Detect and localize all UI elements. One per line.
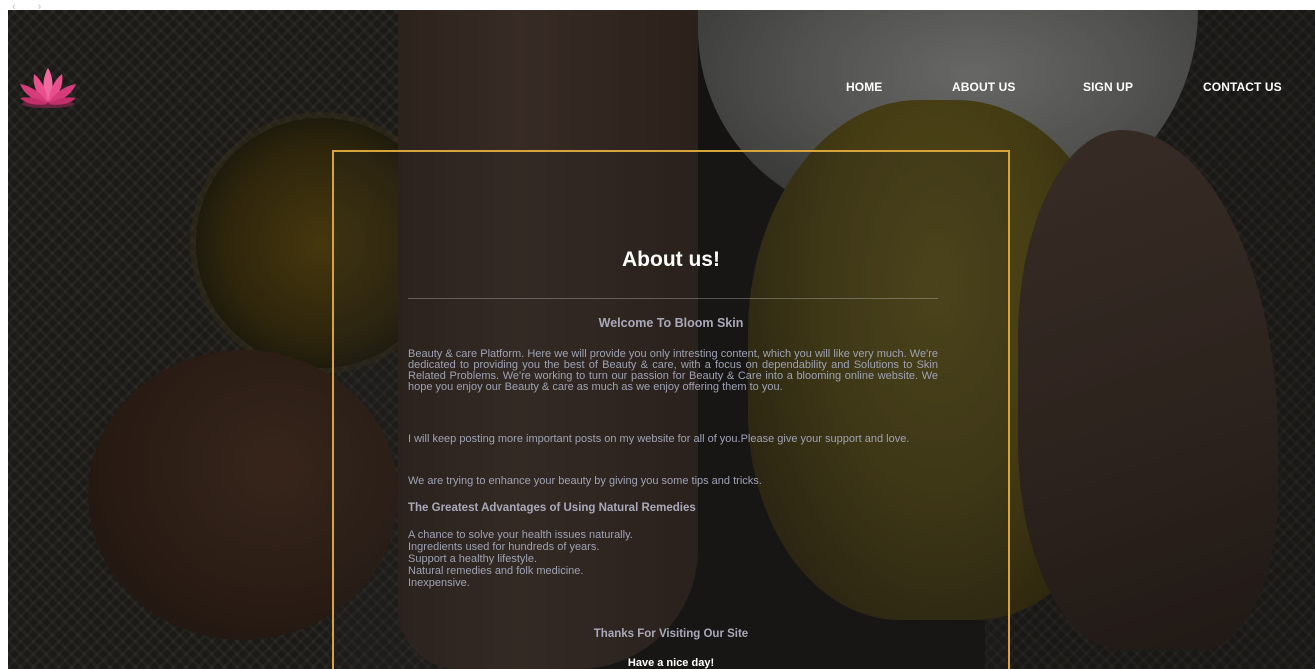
nav-about-us[interactable]: ABOUT US bbox=[952, 80, 1015, 94]
about-paragraph-1: Beauty & care Platform. Here we will pro… bbox=[408, 348, 938, 393]
thanks-text: Thanks For Visiting Our Site bbox=[593, 628, 749, 640]
about-card: About us! Welcome To Bloom Skin Beauty &… bbox=[332, 150, 1010, 669]
nav-home[interactable]: HOME bbox=[846, 80, 882, 94]
browser-nav-arrows: ‹ › bbox=[12, 1, 41, 13]
about-paragraph-2: I will keep posting more important posts… bbox=[408, 433, 910, 445]
closing-text: Have a nice day! bbox=[627, 657, 715, 669]
about-paragraph-3: We are trying to enhance your beauty by … bbox=[408, 475, 762, 487]
title-divider bbox=[408, 298, 938, 299]
nav-contact-us[interactable]: CONTACT US bbox=[1203, 80, 1282, 94]
page-viewport: HOME ABOUT US SIGN UP CONTACT US About u… bbox=[8, 10, 1315, 669]
advantages-heading: The Greatest Advantages of Using Natural… bbox=[408, 502, 696, 514]
list-item: Natural remedies and folk medicine. bbox=[408, 565, 584, 577]
chevron-left-icon[interactable]: ‹ bbox=[12, 1, 16, 13]
list-item: Ingredients used for hundreds of years. bbox=[408, 541, 600, 553]
welcome-heading: Welcome To Bloom Skin bbox=[598, 316, 744, 330]
list-item: Support a healthy lifestyle. bbox=[408, 553, 538, 565]
list-item: Inexpensive. bbox=[408, 577, 470, 589]
chevron-right-icon[interactable]: › bbox=[38, 1, 42, 13]
page-title: About us! bbox=[622, 248, 720, 271]
main-nav: HOME ABOUT US SIGN UP CONTACT US bbox=[8, 80, 1315, 100]
list-item: A chance to solve your health issues nat… bbox=[408, 529, 633, 541]
nav-sign-up[interactable]: SIGN UP bbox=[1083, 80, 1133, 94]
advantages-list: A chance to solve your health issues nat… bbox=[408, 529, 633, 589]
